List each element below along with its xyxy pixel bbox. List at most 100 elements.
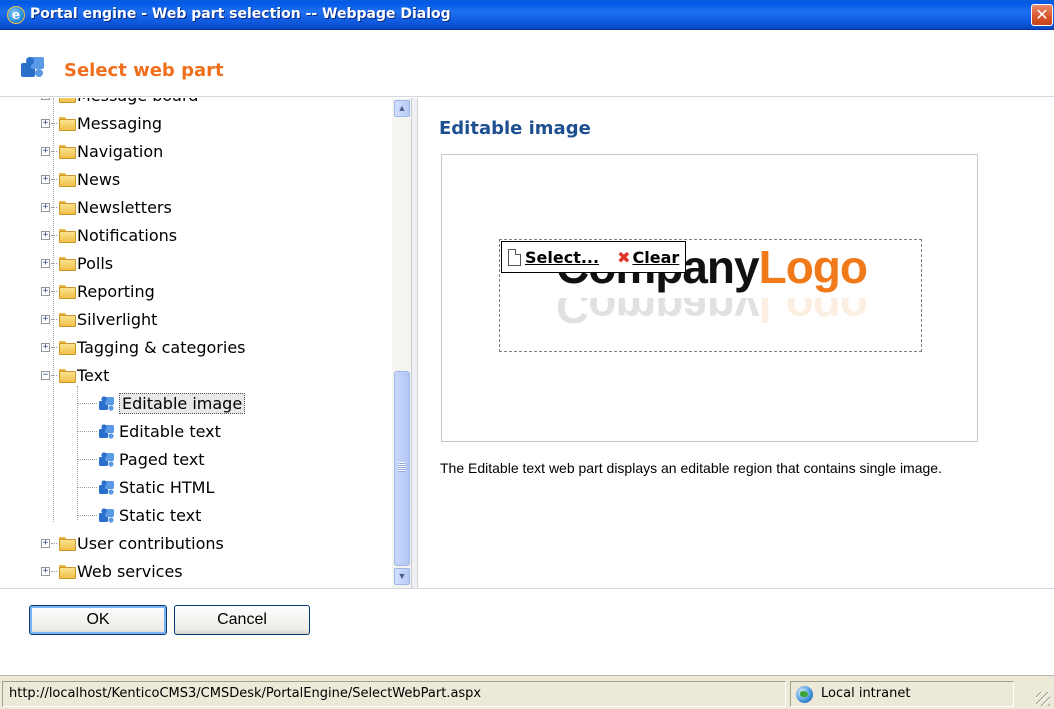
tree-category[interactable]: + Polls xyxy=(41,252,113,274)
tree-category[interactable]: + Navigation xyxy=(41,140,163,162)
folder-icon xyxy=(59,284,76,299)
scroll-down-button[interactable]: ▼ xyxy=(394,568,410,585)
document-icon xyxy=(508,248,521,266)
tree-category-label[interactable]: Silverlight xyxy=(77,310,157,329)
tree-category[interactable]: + Newsletters xyxy=(41,196,172,218)
expand-icon[interactable]: + xyxy=(41,258,57,268)
cancel-button[interactable]: Cancel xyxy=(174,605,310,635)
tree-web-part-label[interactable]: Editable image xyxy=(119,392,246,414)
dialog-footer: OK Cancel xyxy=(0,588,1054,675)
tree-category-label[interactable]: Navigation xyxy=(77,142,163,161)
folder-icon xyxy=(59,200,76,215)
web-part-tree-pane: + Message board + Messaging + Navigation + News… xyxy=(0,98,412,588)
tree-connector xyxy=(77,386,78,520)
close-button[interactable]: ✕ xyxy=(1031,4,1053,26)
expand-icon[interactable]: + xyxy=(41,98,50,100)
tree-connector xyxy=(77,403,97,404)
pane-splitter[interactable] xyxy=(412,98,418,588)
tree-web-part-label[interactable]: Static text xyxy=(119,506,201,525)
tree-web-part-label[interactable]: Editable text xyxy=(119,422,221,441)
window-title: Portal engine - Web part selection -- We… xyxy=(30,6,451,22)
expand-icon[interactable]: + xyxy=(41,342,57,352)
folder-icon xyxy=(59,144,76,159)
puzzle-icon xyxy=(21,57,44,77)
clear-x-icon: ✖ xyxy=(617,247,631,267)
image-toolbar: Select... ✖ Clear xyxy=(501,241,687,273)
logo-reflection: CompanyLogo xyxy=(500,298,923,334)
web-part-puzzle-icon xyxy=(99,396,114,411)
web-part-preview-pane: Editable image CompanyLogo CompanyLogo S… xyxy=(419,98,1054,588)
ie-icon: e xyxy=(7,6,25,24)
web-part-puzzle-icon xyxy=(99,480,114,495)
tree-category[interactable]: + Messaging xyxy=(41,112,162,134)
scroll-grip xyxy=(399,462,405,472)
expand-icon[interactable]: + xyxy=(41,230,57,240)
status-zone-panel: Local intranet xyxy=(790,681,1014,707)
status-bar: http://localhost/KenticoCMS3/CMSDesk/Por… xyxy=(0,675,1054,709)
scroll-up-button[interactable]: ▲ xyxy=(394,100,410,117)
tree-web-part-label[interactable]: Static HTML xyxy=(119,478,214,497)
tree-scrollbar[interactable]: ▲ ▼ xyxy=(392,98,411,588)
folder-icon xyxy=(59,340,76,355)
tree-web-part-label[interactable]: Paged text xyxy=(119,450,205,469)
tree-category-label[interactable]: Reporting xyxy=(77,282,155,301)
tree-category-label[interactable]: Messaging xyxy=(77,114,162,133)
security-zone: Local intranet xyxy=(821,686,911,701)
tree-web-part[interactable]: Static HTML xyxy=(98,476,214,498)
dialog-content: + Message board + Messaging + Navigation + News… xyxy=(0,98,1054,588)
ok-button[interactable]: OK xyxy=(29,605,167,635)
tree-web-part[interactable]: Editable image xyxy=(98,392,246,414)
tree-connector xyxy=(53,98,54,522)
web-part-description: The Editable text web part displays an e… xyxy=(440,460,942,476)
tree-category[interactable]: + Reporting xyxy=(41,280,155,302)
folder-icon xyxy=(59,312,76,327)
web-part-tree: + Message board + Messaging + Navigation + News… xyxy=(0,98,392,588)
tree-category-label[interactable]: Text xyxy=(77,366,109,385)
tree-category[interactable]: + Notifications xyxy=(41,224,177,246)
resize-grip[interactable] xyxy=(1036,692,1050,706)
tree-category-label[interactable]: Polls xyxy=(77,254,113,273)
expand-icon[interactable]: + xyxy=(41,314,57,324)
expand-icon[interactable]: + xyxy=(41,538,57,548)
expand-icon[interactable]: + xyxy=(41,146,57,156)
tree-category-label[interactable]: User contributions xyxy=(77,534,224,553)
tree-category[interactable]: − Text xyxy=(41,364,109,386)
tree-category[interactable]: + Message board xyxy=(41,98,198,106)
expand-icon[interactable]: + xyxy=(41,174,57,184)
tree-category[interactable]: + User contributions xyxy=(41,532,224,554)
folder-icon xyxy=(59,564,76,579)
tree-category-label[interactable]: Message board xyxy=(77,98,198,105)
web-part-title: Editable image xyxy=(439,118,591,139)
tree-category[interactable]: + Silverlight xyxy=(41,308,157,330)
folder-icon xyxy=(59,536,76,551)
tree-category-label[interactable]: Tagging & categories xyxy=(77,338,246,357)
tree-category-label[interactable]: News xyxy=(77,170,120,189)
tree-category-label[interactable]: Newsletters xyxy=(77,198,172,217)
scroll-thumb[interactable] xyxy=(394,371,410,566)
expand-icon[interactable]: + xyxy=(41,566,57,576)
tree-category[interactable]: + Tagging & categories xyxy=(41,336,246,358)
tree-category-label[interactable]: Notifications xyxy=(77,226,177,245)
web-part-puzzle-icon xyxy=(99,452,114,467)
dialog-title: Select web part xyxy=(64,60,224,81)
folder-icon xyxy=(59,172,76,187)
collapse-icon[interactable]: − xyxy=(41,370,57,380)
expand-icon[interactable]: + xyxy=(41,286,57,296)
tree-category-label[interactable]: Web services xyxy=(77,562,183,581)
tree-web-part[interactable]: Editable text xyxy=(98,420,221,442)
web-part-puzzle-icon xyxy=(99,508,114,523)
web-part-puzzle-icon xyxy=(99,424,114,439)
tree-web-part[interactable]: Static text xyxy=(98,504,201,526)
window-title-bar[interactable]: e Portal engine - Web part selection -- … xyxy=(0,0,1054,30)
editable-image-region[interactable]: CompanyLogo CompanyLogo Select... ✖ Clea… xyxy=(499,239,922,352)
expand-icon[interactable]: + xyxy=(41,118,57,128)
folder-icon xyxy=(59,98,76,103)
clear-image-link[interactable]: Clear xyxy=(632,248,679,267)
tree-category[interactable]: + Web services xyxy=(41,560,183,582)
expand-icon[interactable]: + xyxy=(41,202,57,212)
tree-connector xyxy=(77,515,97,516)
status-url-panel: http://localhost/KenticoCMS3/CMSDesk/Por… xyxy=(2,681,786,707)
select-image-link[interactable]: Select... xyxy=(525,248,599,267)
tree-web-part[interactable]: Paged text xyxy=(98,448,205,470)
folder-icon xyxy=(59,116,76,131)
